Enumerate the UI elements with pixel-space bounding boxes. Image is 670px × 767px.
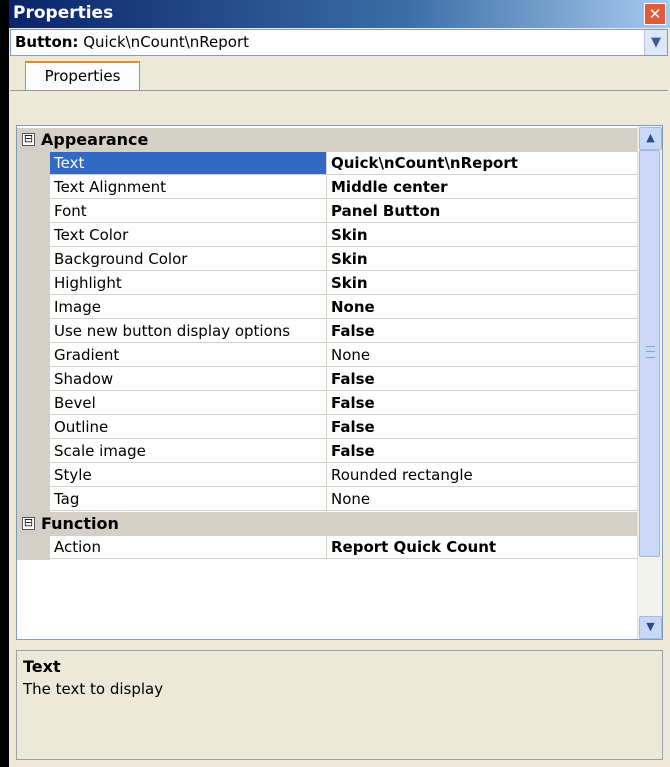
help-description: The text to display — [23, 680, 164, 698]
property-row[interactable]: Image None — [17, 296, 637, 320]
help-panel: Text The text to display — [16, 650, 663, 760]
property-name[interactable]: Bevel — [50, 392, 327, 415]
chevron-down-icon[interactable]: ▼ — [639, 616, 662, 639]
property-row[interactable]: Text Quick\nCount\nReport — [17, 152, 637, 176]
property-name[interactable]: Highlight — [50, 272, 327, 295]
vertical-scrollbar[interactable]: ▲ ▼ — [637, 126, 662, 639]
row-gutter — [17, 200, 50, 224]
property-row[interactable]: Outline False — [17, 416, 637, 440]
property-name[interactable]: Image — [50, 296, 327, 319]
property-row[interactable]: Style Rounded rectangle — [17, 464, 637, 488]
collapse-icon[interactable]: ⊟ — [22, 517, 35, 530]
property-value[interactable]: Skin — [327, 272, 637, 295]
category-label: Function — [41, 514, 119, 533]
property-name[interactable]: Text — [50, 152, 327, 175]
property-name[interactable]: Use new button display options — [50, 320, 327, 343]
property-row[interactable]: Bevel False — [17, 392, 637, 416]
row-gutter — [17, 272, 50, 296]
property-row[interactable]: Action Report Quick Count — [17, 536, 637, 560]
property-name[interactable]: Font — [50, 200, 327, 223]
property-name[interactable]: Outline — [50, 416, 327, 439]
property-value[interactable]: False — [327, 320, 637, 343]
property-name[interactable]: Style — [50, 464, 327, 487]
property-value[interactable]: None — [327, 296, 637, 319]
close-icon[interactable]: ✕ — [644, 3, 666, 25]
row-gutter — [17, 416, 50, 440]
object-type: Button: — [15, 33, 79, 51]
row-gutter — [17, 488, 50, 512]
property-name[interactable]: Text Alignment — [50, 176, 327, 199]
property-value[interactable]: Rounded rectangle — [327, 464, 637, 487]
property-name[interactable]: Action — [50, 536, 327, 559]
category-function[interactable]: ⊟ Function — [17, 512, 637, 536]
property-value[interactable]: None — [327, 488, 637, 511]
property-value[interactable]: Skin — [327, 248, 637, 271]
property-value[interactable]: Middle center — [327, 176, 637, 199]
category-appearance[interactable]: ⊟ Appearance — [17, 128, 637, 152]
scrollbar-thumb[interactable] — [639, 150, 660, 557]
property-row[interactable]: Use new button display options False — [17, 320, 637, 344]
object-name: Quick\nCount\nReport — [83, 33, 250, 51]
chevron-up-icon[interactable]: ▲ — [639, 127, 662, 150]
properties-window: Properties ✕ Button: Quick\nCount\nRepor… — [0, 0, 670, 767]
property-row[interactable]: Text Color Skin — [17, 224, 637, 248]
row-gutter — [17, 224, 50, 248]
property-row[interactable]: Highlight Skin — [17, 272, 637, 296]
property-value[interactable]: False — [327, 392, 637, 415]
object-selector[interactable]: Button: Quick\nCount\nReport ▼ — [10, 29, 668, 56]
property-row[interactable]: Background Color Skin — [17, 248, 637, 272]
property-value[interactable]: False — [327, 368, 637, 391]
object-selector-label: Button: Quick\nCount\nReport — [15, 33, 249, 51]
property-name[interactable]: Scale image — [50, 440, 327, 463]
property-value[interactable]: False — [327, 440, 637, 463]
category-label: Appearance — [41, 130, 149, 149]
row-gutter — [17, 344, 50, 368]
tab-strip: Properties — [10, 57, 668, 91]
property-name[interactable]: Shadow — [50, 368, 327, 391]
property-row[interactable]: Font Panel Button — [17, 200, 637, 224]
row-gutter — [17, 464, 50, 488]
row-gutter — [17, 320, 50, 344]
property-value[interactable]: False — [327, 416, 637, 439]
property-name[interactable]: Background Color — [50, 248, 327, 271]
property-row[interactable]: Tag None — [17, 488, 637, 512]
row-gutter — [17, 392, 50, 416]
property-grid: ⊟ Appearance Text Quick\nCount\nReport Tex… — [16, 125, 663, 640]
row-gutter — [17, 536, 50, 560]
chevron-down-icon[interactable]: ▼ — [644, 30, 667, 55]
row-gutter — [17, 440, 50, 464]
help-title: Text — [23, 657, 61, 676]
property-value[interactable]: Quick\nCount\nReport — [327, 152, 637, 175]
window-title: Properties — [13, 3, 114, 23]
property-value[interactable]: Panel Button — [327, 200, 637, 223]
title-bar[interactable]: Properties ✕ — [9, 0, 670, 28]
grip-icon — [646, 346, 655, 358]
property-value[interactable]: Report Quick Count — [327, 536, 637, 559]
property-row[interactable]: Scale image False — [17, 440, 637, 464]
row-gutter — [17, 296, 50, 320]
row-gutter — [17, 368, 50, 392]
property-row[interactable]: Gradient None — [17, 344, 637, 368]
row-gutter — [17, 248, 50, 272]
row-gutter — [17, 176, 50, 200]
row-gutter — [17, 152, 50, 176]
window-edge — [0, 0, 9, 767]
property-name[interactable]: Gradient — [50, 344, 327, 367]
property-value[interactable]: Skin — [327, 224, 637, 247]
collapse-icon[interactable]: ⊟ — [22, 133, 35, 146]
property-name[interactable]: Tag — [50, 488, 327, 511]
property-value[interactable]: None — [327, 344, 637, 367]
tab-properties[interactable]: Properties — [25, 61, 140, 90]
property-name[interactable]: Text Color — [50, 224, 327, 247]
property-row[interactable]: Shadow False — [17, 368, 637, 392]
property-row[interactable]: Text Alignment Middle center — [17, 176, 637, 200]
